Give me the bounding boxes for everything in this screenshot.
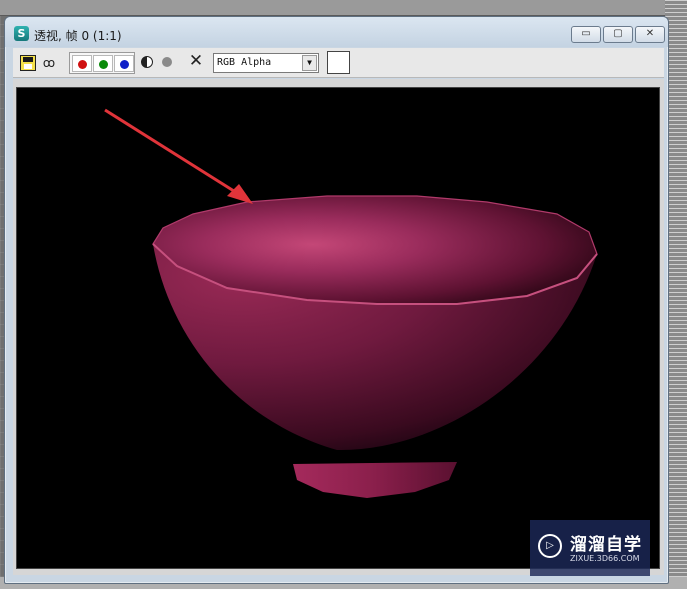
- play-logo-icon: ▷: [538, 534, 562, 558]
- rendered-image: [104, 108, 598, 498]
- watermark-url: ZIXUE.3D66.COM: [570, 554, 640, 563]
- green-dot-icon: [99, 60, 108, 69]
- watermark-name: 溜溜自学: [570, 535, 642, 555]
- color-swatch[interactable]: [327, 51, 350, 74]
- close-button[interactable]: ✕: [635, 26, 665, 43]
- bowl-foot: [293, 462, 457, 498]
- dropdown-arrow-icon[interactable]: ▼: [302, 55, 317, 71]
- monochrome-icon[interactable]: [141, 56, 153, 68]
- alpha-channel-icon[interactable]: [162, 57, 172, 67]
- annotation-arrow-line: [104, 108, 246, 200]
- window-title: 透视, 帧 0 (1:1): [34, 29, 122, 43]
- green-channel-button[interactable]: [93, 55, 113, 72]
- channel-toggle-group: [69, 52, 135, 74]
- save-icon[interactable]: [20, 55, 36, 71]
- blue-channel-button[interactable]: [114, 55, 134, 72]
- blue-dot-icon: [120, 60, 129, 69]
- render-viewport: [16, 87, 660, 569]
- maximize-button[interactable]: ▢: [603, 26, 633, 43]
- channel-display-dropdown[interactable]: RGB Alpha ▼: [213, 53, 319, 73]
- minimize-button[interactable]: ▭: [571, 26, 601, 43]
- background-top-strip: [0, 0, 687, 16]
- title-bar[interactable]: S 透视, 帧 0 (1:1) ▭ ▢ ✕: [5, 17, 668, 47]
- clear-icon[interactable]: ✕: [188, 53, 204, 70]
- red-dot-icon: [78, 60, 87, 69]
- annotation-arrow-head: [227, 184, 253, 204]
- frame-toolbar: ꝏ ✕ RGB Alpha ▼: [13, 48, 664, 78]
- clone-icon[interactable]: ꝏ: [40, 55, 56, 71]
- watermark-badge: ▷ 溜溜自学 ZIXUE.3D66.COM: [530, 520, 650, 576]
- red-channel-button[interactable]: [72, 55, 92, 72]
- 3ds-max-icon: S: [14, 26, 29, 41]
- channel-display-value: RGB Alpha: [217, 57, 272, 68]
- rendered-frame-window: S 透视, 帧 0 (1:1) ▭ ▢ ✕ ꝏ ✕ RGB Alpha ▼ ▷ …: [4, 16, 669, 584]
